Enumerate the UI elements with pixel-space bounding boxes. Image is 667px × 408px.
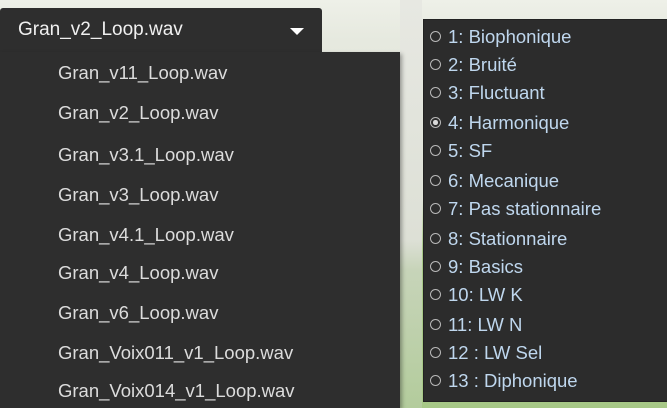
category-radio-group: 1: Biophonique 2: Bruité 3: Fluctuant 4:…	[424, 20, 667, 401]
radio-circle-icon[interactable]	[430, 175, 441, 186]
radio-label: 13 : Diphonique	[448, 370, 578, 391]
background-strip	[400, 0, 422, 408]
chevron-down-icon	[290, 28, 304, 35]
dropdown-selected-value: Gran_v2_Loop.wav	[18, 19, 183, 40]
radio-label: 1: Biophonique	[448, 26, 572, 47]
radio-label: 9: Basics	[448, 256, 524, 277]
radio-label: 8: Stationnaire	[448, 228, 568, 249]
dropdown-option[interactable]: Gran_v2_Loop.wav	[58, 102, 218, 130]
radio-label: 10: LW K	[448, 284, 523, 305]
radio-circle-icon[interactable]	[430, 145, 441, 156]
dropdown-menu: Gran_v11_Loop.wav Gran_v2_Loop.wav Gran_…	[0, 52, 400, 408]
dropdown-option[interactable]: Gran_v6_Loop.wav	[58, 302, 218, 330]
radio-circle-icon[interactable]	[430, 319, 441, 330]
radio-circle-icon[interactable]	[430, 87, 441, 98]
dropdown-option[interactable]: Gran_v4_Loop.wav	[58, 262, 218, 290]
radio-label: 5: SF	[448, 140, 493, 161]
radio-label: 3: Fluctuant	[448, 82, 545, 103]
radio-circle-icon[interactable]	[430, 261, 441, 272]
radio-circle-icon[interactable]	[430, 347, 441, 358]
radio-circle-icon[interactable]	[430, 289, 441, 300]
radio-circle-icon[interactable]	[430, 59, 441, 70]
dropdown-option[interactable]: Gran_v4.1_Loop.wav	[58, 224, 234, 252]
dropdown-option[interactable]: Gran_Voix014_v1_Loop.wav	[58, 380, 295, 408]
file-dropdown[interactable]: Gran_v2_Loop.wav	[0, 8, 322, 52]
dropdown-option[interactable]: Gran_v3.1_Loop.wav	[58, 144, 234, 172]
radio-checked-icon[interactable]	[430, 117, 441, 128]
radio-label: 7: Pas stationnaire	[448, 198, 602, 219]
dropdown-option[interactable]: Gran_v3_Loop.wav	[58, 184, 218, 212]
radio-circle-icon[interactable]	[430, 31, 441, 42]
radio-label: 6: Mecanique	[448, 170, 560, 191]
radio-label: 2: Bruité	[448, 54, 517, 75]
radio-circle-icon[interactable]	[430, 375, 441, 386]
dropdown-option[interactable]: Gran_Voix011_v1_Loop.wav	[58, 342, 293, 370]
radio-label: 4: Harmonique	[448, 112, 570, 133]
radio-label: 12 : LW Sel	[448, 342, 543, 363]
dropdown-option[interactable]: Gran_v11_Loop.wav	[58, 62, 227, 90]
radio-label: 11: LW N	[448, 314, 523, 335]
radio-circle-icon[interactable]	[430, 233, 441, 244]
radio-circle-icon[interactable]	[430, 203, 441, 214]
